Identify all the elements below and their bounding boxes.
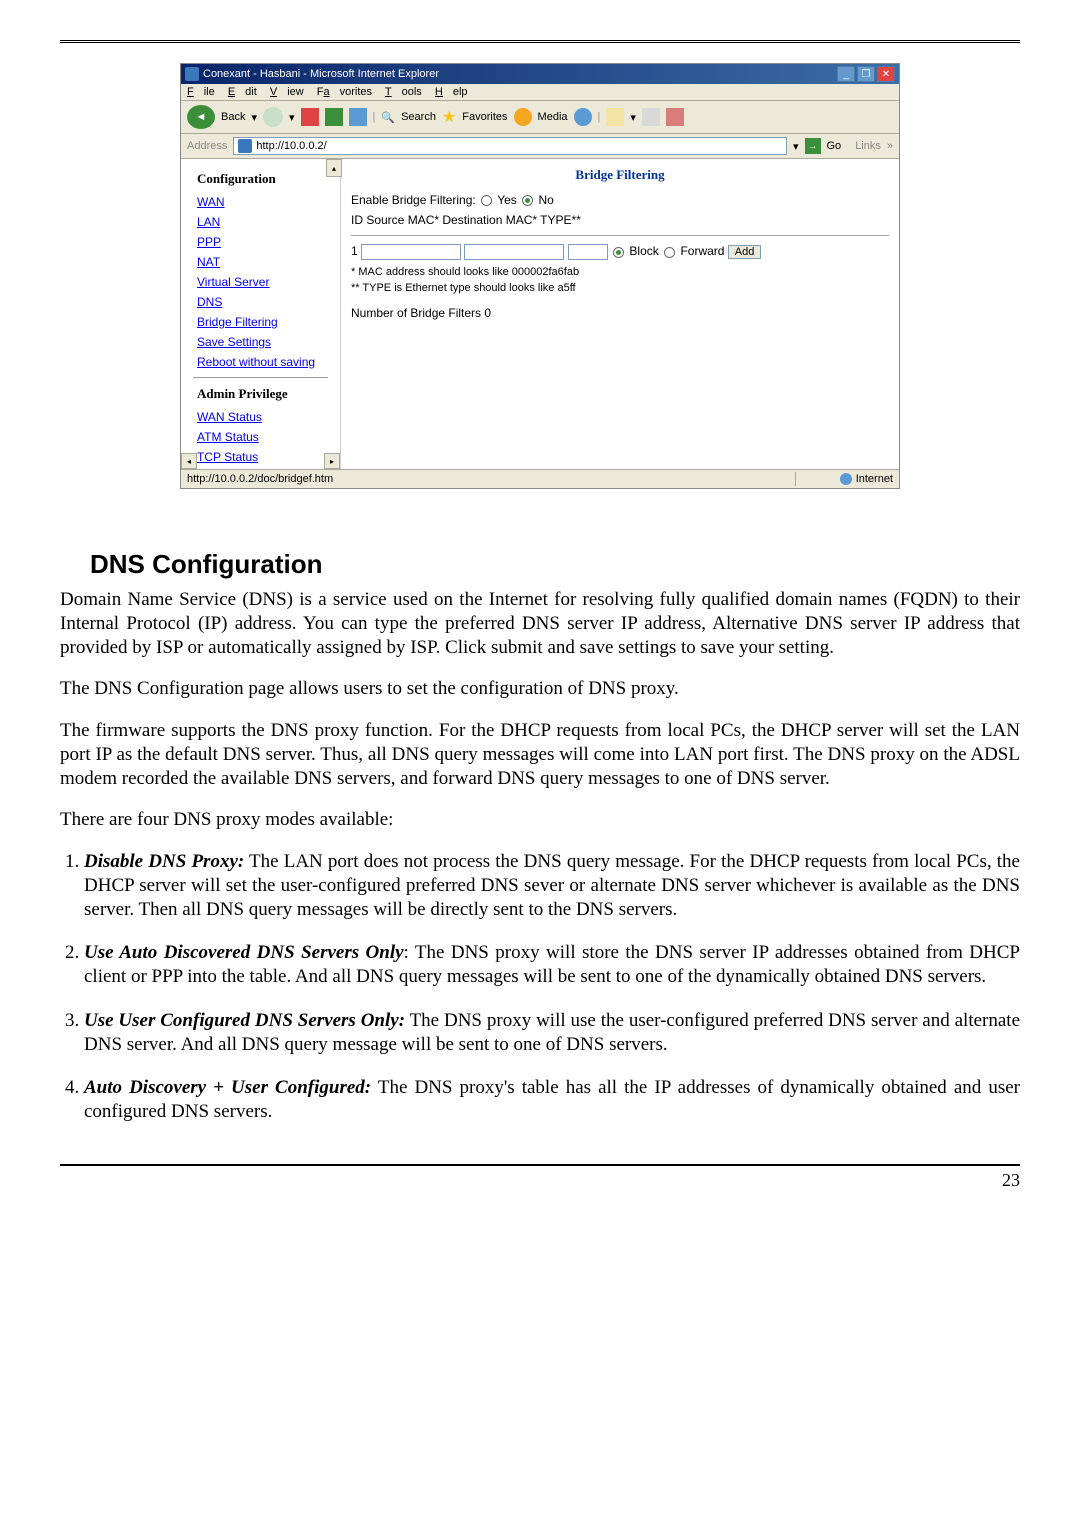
go-button[interactable]: → — [805, 138, 821, 154]
close-button[interactable]: ✕ — [877, 66, 895, 82]
mode-list: Disable DNS Proxy: The LAN port does not… — [60, 850, 1020, 1124]
page-top-rule — [60, 40, 1020, 43]
address-dropdown-icon[interactable]: ▾ — [793, 140, 799, 153]
edit-icon[interactable] — [666, 108, 684, 126]
dest-mac-input[interactable] — [464, 244, 564, 260]
back-label: Back — [221, 111, 245, 123]
radio-no[interactable] — [522, 195, 533, 206]
stop-button[interactable] — [301, 108, 319, 126]
sidebar-item-reboot[interactable]: Reboot without saving — [197, 355, 332, 369]
address-input[interactable]: http://10.0.0.2/ — [233, 137, 787, 155]
yes-label: Yes — [497, 193, 517, 207]
address-label: Address — [187, 140, 227, 152]
page-heading: Bridge Filtering — [351, 167, 889, 183]
search-label: Search — [401, 111, 436, 123]
back-button[interactable]: ◄ — [187, 105, 215, 129]
type-input[interactable] — [568, 244, 608, 260]
paragraph-1: Domain Name Service (DNS) is a service u… — [60, 588, 1020, 659]
window-titlebar: Conexant - Hasbani - Microsoft Internet … — [181, 64, 899, 84]
sidebar-item-atm-status[interactable]: ATM Status — [197, 430, 332, 444]
mail-icon[interactable] — [606, 108, 624, 126]
scroll-up-icon[interactable]: ▴ — [326, 159, 342, 177]
history-icon[interactable] — [574, 108, 592, 126]
forward-dropdown-icon[interactable]: ▾ — [289, 111, 295, 124]
address-bar: Address http://10.0.0.2/ ▾ → Go Links » — [181, 134, 899, 159]
sidebar-item-dns[interactable]: DNS — [197, 295, 332, 309]
paragraph-3: The firmware supports the DNS proxy func… — [60, 719, 1020, 790]
page-footer: 23 — [60, 1164, 1020, 1191]
favorites-icon[interactable]: ★ — [442, 107, 456, 127]
radio-forward[interactable] — [664, 247, 675, 258]
radio-block[interactable] — [613, 247, 624, 258]
go-label: Go — [827, 140, 842, 152]
toolbar: ◄ Back ▾ ▾ | 🔍 Search ★ Favorites Media … — [181, 101, 899, 134]
forward-label: Forward — [680, 244, 724, 258]
sidebar-item-save-settings[interactable]: Save Settings — [197, 335, 332, 349]
menu-view[interactable]: View — [270, 86, 304, 98]
media-label: Media — [538, 111, 568, 123]
sidebar-item-wan[interactable]: WAN — [197, 195, 332, 209]
back-dropdown-icon[interactable]: ▾ — [251, 111, 257, 124]
no-label: No — [538, 193, 553, 207]
ie-icon — [185, 67, 199, 81]
menu-file[interactable]: File — [187, 86, 215, 98]
page-icon — [238, 139, 252, 153]
radio-yes[interactable] — [481, 195, 492, 206]
home-button[interactable] — [349, 108, 367, 126]
url-text: http://10.0.0.2/ — [256, 140, 326, 152]
status-bar: http://10.0.0.2/doc/bridgef.htm Internet — [181, 469, 899, 488]
config-heading: Configuration — [197, 171, 332, 187]
section-title: DNS Configuration — [90, 549, 1020, 580]
media-icon[interactable] — [514, 108, 532, 126]
menu-edit[interactable]: Edit — [228, 86, 257, 98]
window-title: Conexant - Hasbani - Microsoft Internet … — [203, 68, 439, 80]
status-url: http://10.0.0.2/doc/bridgef.htm — [187, 473, 333, 485]
scroll-left-icon[interactable]: ◂ — [181, 453, 197, 469]
search-icon[interactable]: 🔍 — [381, 111, 395, 124]
internet-zone-icon — [840, 473, 852, 485]
sidebar-item-nat[interactable]: NAT — [197, 255, 332, 269]
add-button[interactable]: Add — [728, 245, 762, 259]
sidebar-item-wan-status[interactable]: WAN Status — [197, 410, 332, 424]
list-item-1: Disable DNS Proxy: The LAN port does not… — [84, 850, 1020, 921]
status-zone: Internet — [856, 473, 893, 485]
table-header: ID Source MAC* Destination MAC* TYPE** — [351, 213, 889, 227]
maximize-button[interactable]: ❐ — [857, 66, 875, 82]
source-mac-input[interactable] — [361, 244, 461, 260]
note-type: ** TYPE is Ethernet type should looks li… — [351, 282, 889, 294]
nav-sidebar: ▴ Configuration WAN LAN PPP NAT Virtual … — [181, 159, 341, 469]
sidebar-item-lan[interactable]: LAN — [197, 215, 332, 229]
note-mac: * MAC address should looks like 000002fa… — [351, 266, 889, 278]
refresh-button[interactable] — [325, 108, 343, 126]
menu-bar: File Edit View Favorites Tools Help — [181, 84, 899, 101]
block-label: Block — [629, 244, 658, 258]
paragraph-2: The DNS Configuration page allows users … — [60, 677, 1020, 701]
menu-tools[interactable]: Tools — [385, 86, 422, 98]
filter-count: Number of Bridge Filters 0 — [351, 306, 889, 320]
list-item-3: Use User Configured DNS Servers Only: Th… — [84, 1009, 1020, 1057]
page-main: Bridge Filtering Enable Bridge Filtering… — [341, 159, 899, 469]
sidebar-item-virtual-server[interactable]: Virtual Server — [197, 275, 332, 289]
favorites-label: Favorites — [462, 111, 507, 123]
embedded-screenshot: Conexant - Hasbani - Microsoft Internet … — [180, 63, 900, 489]
sidebar-item-ppp[interactable]: PPP — [197, 235, 332, 249]
list-item-2: Use Auto Discovered DNS Servers Only: Th… — [84, 941, 1020, 989]
list-item-4: Auto Discovery + User Configured: The DN… — [84, 1076, 1020, 1124]
menu-favorites[interactable]: Favorites — [317, 86, 372, 98]
row-id: 1 — [351, 244, 358, 258]
print-icon[interactable] — [642, 108, 660, 126]
forward-button[interactable] — [263, 107, 283, 127]
links-label: Links — [855, 140, 881, 152]
paragraph-4: There are four DNS proxy modes available… — [60, 808, 1020, 832]
menu-help[interactable]: Help — [435, 86, 468, 98]
scroll-right-icon[interactable]: ▸ — [324, 453, 340, 469]
minimize-button[interactable]: _ — [837, 66, 855, 82]
admin-heading: Admin Privilege — [197, 386, 332, 402]
sidebar-item-bridge-filtering[interactable]: Bridge Filtering — [197, 315, 332, 329]
page-number: 23 — [1002, 1170, 1020, 1190]
enable-label: Enable Bridge Filtering: — [351, 193, 476, 207]
mail-dropdown-icon[interactable]: ▾ — [630, 111, 636, 124]
